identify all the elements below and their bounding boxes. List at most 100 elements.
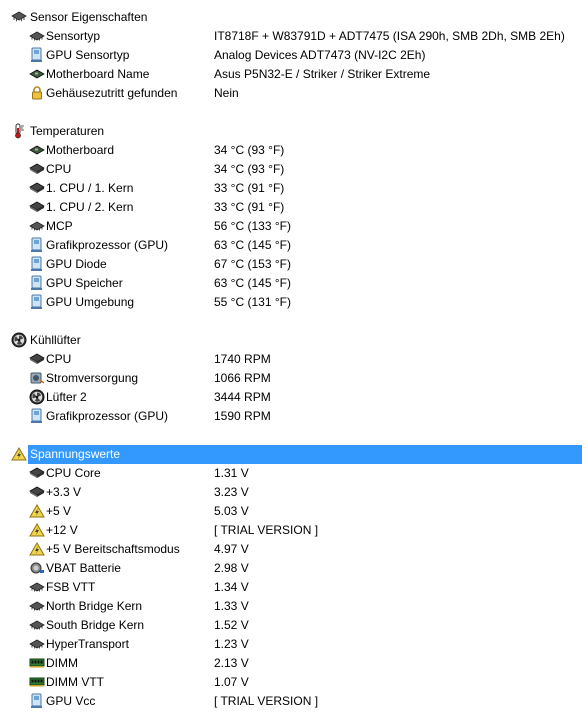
lock-icon	[29, 85, 45, 101]
sensor-row[interactable]: +5 V 5.03 V	[0, 502, 588, 521]
sensor-row[interactable]: VBAT Batterie 2.98 V	[0, 559, 588, 578]
motherboard-icon	[29, 142, 45, 158]
sensor-row[interactable]: CPU 34 °C (93 °F)	[0, 160, 588, 179]
cpu-icon	[29, 465, 45, 481]
sensor-label: Sensortyp	[46, 29, 101, 43]
sensor-value: 1.31 V	[214, 466, 249, 480]
section-title: Kühllüfter	[30, 333, 81, 347]
sensor-value: 34 °C (93 °F)	[214, 162, 285, 176]
sensor-row[interactable]: GPU Vcc [ TRIAL VERSION ]	[0, 692, 588, 711]
cpu-icon	[29, 180, 45, 196]
motherboard-icon	[29, 66, 45, 82]
sensor-label: 1. CPU / 1. Kern	[46, 181, 134, 195]
sensor-row[interactable]: DIMM VTT 1.07 V	[0, 673, 588, 692]
battery-icon	[29, 560, 45, 576]
sensor-row[interactable]: Motherboard 34 °C (93 °F)	[0, 141, 588, 160]
sensor-row[interactable]: +5 V Bereitschaftsmodus 4.97 V	[0, 540, 588, 559]
voltage-icon	[29, 503, 45, 519]
sensor-row[interactable]: Gehäusezutritt gefunden Nein	[0, 84, 588, 103]
chip-icon	[29, 617, 45, 633]
sensor-value: 55 °C (131 °F)	[214, 295, 291, 309]
gpu-icon	[29, 237, 45, 253]
sensor-value: Nein	[214, 86, 239, 100]
cpu-icon	[29, 484, 45, 500]
sensor-value: 33 °C (91 °F)	[214, 200, 285, 214]
sensor-label: Motherboard	[46, 143, 115, 157]
chip-icon	[29, 28, 45, 44]
sensor-value: 2.98 V	[214, 561, 249, 575]
memory-icon	[29, 655, 45, 671]
chip-icon	[29, 218, 45, 234]
sensor-label: +3.3 V	[46, 485, 82, 499]
sensor-row[interactable]: FSB VTT 1.34 V	[0, 578, 588, 597]
section-title: Temperaturen	[30, 124, 105, 138]
sensor-value: [ TRIAL VERSION ]	[214, 694, 319, 708]
sensor-row[interactable]: CPU Core 1.31 V	[0, 464, 588, 483]
sensor-value: 1.33 V	[214, 599, 249, 613]
sensor-row[interactable]: DIMM 2.13 V	[0, 654, 588, 673]
sensor-row[interactable]: Motherboard Name Asus P5N32-E / Striker /…	[0, 65, 588, 84]
gpu-icon	[29, 47, 45, 63]
sensor-row[interactable]: North Bridge Kern 1.33 V	[0, 597, 588, 616]
sensor-tree-view[interactable]: Sensor Eigenschaften Sensortyp IT8718F + W…	[0, 0, 588, 726]
section-header-0[interactable]: Sensor Eigenschaften	[0, 8, 588, 27]
sensor-label: Lüfter 2	[46, 390, 87, 404]
cpu-icon	[29, 351, 45, 367]
sensor-label: MCP	[46, 219, 73, 233]
gpu-icon	[29, 256, 45, 272]
sensor-label: CPU	[46, 162, 72, 176]
sensor-label: Grafikprozessor (GPU)	[46, 238, 169, 252]
sensor-row[interactable]: Grafikprozessor (GPU) 1590 RPM	[0, 407, 588, 426]
power-supply-icon	[29, 370, 45, 386]
section-header-1[interactable]: Temperaturen	[0, 122, 588, 141]
sensor-label: +5 V	[46, 504, 72, 518]
sensor-label: GPU Speicher	[46, 276, 123, 290]
section-header-2[interactable]: Kühllüfter	[0, 331, 588, 350]
sensor-value: 2.13 V	[214, 656, 249, 670]
sensor-row[interactable]: CPU 1740 RPM	[0, 350, 588, 369]
sensor-value: 4.97 V	[214, 542, 249, 556]
sensor-value: 1066 RPM	[214, 371, 271, 385]
sensor-label: VBAT Batterie	[46, 561, 121, 575]
sensor-value: Analog Devices ADT7473 (NV-I2C 2Eh)	[214, 48, 426, 62]
sensor-row[interactable]: +12 V [ TRIAL VERSION ]	[0, 521, 588, 540]
sensor-value: 5.03 V	[214, 504, 249, 518]
gpu-icon	[29, 408, 45, 424]
sensor-label: Gehäusezutritt gefunden	[46, 86, 178, 100]
sensor-value: 3.23 V	[214, 485, 249, 499]
voltage-icon	[29, 541, 45, 557]
gpu-icon	[29, 693, 45, 709]
sensor-value: 67 °C (153 °F)	[214, 257, 291, 271]
sensor-value: 1.23 V	[214, 637, 249, 651]
voltage-icon	[29, 522, 45, 538]
sensor-row[interactable]: GPU Sensortyp Analog Devices ADT7473 (NV-…	[0, 46, 588, 65]
sensor-label: GPU Vcc	[46, 694, 96, 708]
sensor-value: 63 °C (145 °F)	[214, 238, 291, 252]
sensor-label: Grafikprozessor (GPU)	[46, 409, 169, 423]
sensor-value: 1740 RPM	[214, 352, 271, 366]
sensor-value: 34 °C (93 °F)	[214, 143, 285, 157]
sensor-row[interactable]: 1. CPU / 1. Kern 33 °C (91 °F)	[0, 179, 588, 198]
sensor-row[interactable]: 1. CPU / 2. Kern 33 °C (91 °F)	[0, 198, 588, 217]
section-header-3[interactable]: Spannungswerte	[0, 445, 588, 464]
cpu-icon	[29, 199, 45, 215]
sensor-row[interactable]: Stromversorgung 1066 RPM	[0, 369, 588, 388]
sensor-row[interactable]: Grafikprozessor (GPU) 63 °C (145 °F)	[0, 236, 588, 255]
sensor-row[interactable]: Sensortyp IT8718F + W83791D + ADT7475 (IS…	[0, 27, 588, 46]
sensor-label: GPU Umgebung	[46, 295, 135, 309]
sensor-row[interactable]: MCP 56 °C (133 °F)	[0, 217, 588, 236]
chip-icon	[29, 579, 45, 595]
fan-icon	[29, 389, 45, 405]
sensor-row[interactable]: +3.3 V 3.23 V	[0, 483, 588, 502]
sensor-row[interactable]: GPU Diode 67 °C (153 °F)	[0, 255, 588, 274]
chip-icon	[29, 636, 45, 652]
sensor-row[interactable]: GPU Speicher 63 °C (145 °F)	[0, 274, 588, 293]
sensor-row[interactable]: HyperTransport 1.23 V	[0, 635, 588, 654]
sensor-value: IT8718F + W83791D + ADT7475 (ISA 290h, S…	[214, 29, 565, 43]
sensor-row[interactable]: South Bridge Kern 1.52 V	[0, 616, 588, 635]
sensor-label: +12 V	[46, 523, 78, 537]
sensor-value: 3444 RPM	[214, 390, 271, 404]
sensor-row[interactable]: Lüfter 2 3444 RPM	[0, 388, 588, 407]
cpu-icon	[29, 161, 45, 177]
sensor-row[interactable]: GPU Umgebung 55 °C (131 °F)	[0, 293, 588, 312]
